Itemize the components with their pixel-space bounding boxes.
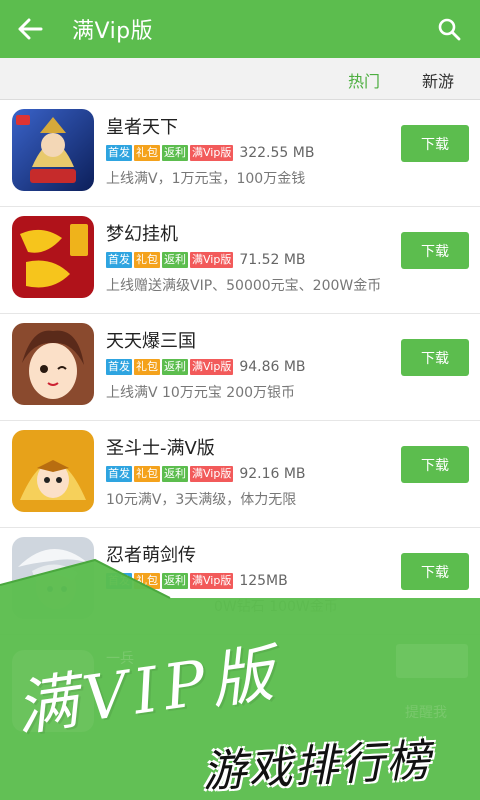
- tag-row: 首发 礼包 返利 满Vip版 71.52 MB: [106, 251, 306, 269]
- promo-title: 满VIP版: [10, 635, 284, 746]
- tag-rebate: 返利: [162, 573, 188, 589]
- search-icon: [438, 18, 461, 41]
- promo-subtitle: 游戏排行榜: [201, 735, 434, 798]
- tag-gift: 礼包: [134, 466, 160, 482]
- tag-gift: 礼包: [134, 145, 160, 161]
- app-size: 92.16 MB: [239, 466, 306, 482]
- download-button[interactable]: 下载: [401, 339, 469, 376]
- app-name: 忍者萌剑传: [106, 545, 196, 566]
- app-size: 94.86 MB: [239, 359, 306, 375]
- tag-first-release: 首发: [106, 573, 132, 589]
- app-icon-renzhe: [12, 537, 94, 619]
- download-button[interactable]: 下载: [401, 446, 469, 483]
- tag-rebate: 返利: [162, 145, 188, 161]
- tab-new[interactable]: 新游: [422, 68, 454, 92]
- app-name: 梦幻挂机: [106, 224, 178, 245]
- tag-vip: 满Vip版: [190, 145, 234, 161]
- tag-gift: 礼包: [134, 359, 160, 375]
- tag-row: 首发 礼包 返利 满Vip版 94.86 MB: [106, 358, 306, 376]
- app-icon-huangzhe: [12, 109, 94, 191]
- tag-vip: 满Vip版: [190, 359, 234, 375]
- download-button[interactable]: 下载: [401, 232, 469, 269]
- app-icon-menghuan: [12, 216, 94, 298]
- tag-rebate: 返利: [162, 466, 188, 482]
- search-button[interactable]: [428, 8, 470, 50]
- app-icon-tiantian: [12, 323, 94, 405]
- category-tabs: 热门 新游: [0, 58, 480, 100]
- app-size: 71.52 MB: [239, 252, 306, 268]
- tag-first-release: 首发: [106, 145, 132, 161]
- tag-first-release: 首发: [106, 252, 132, 268]
- app-name: 天天爆三国: [106, 331, 196, 352]
- app-description: 10元满V，3天满级，体力无限: [106, 492, 297, 508]
- tag-first-release: 首发: [106, 359, 132, 375]
- game-list-item[interactable]: 天天爆三国 首发 礼包 返利 满Vip版 94.86 MB 上线满V 10万元宝…: [0, 314, 480, 421]
- tag-row: 首发 礼包 返利 满Vip版 125MB: [106, 572, 288, 590]
- tag-vip: 满Vip版: [190, 252, 234, 268]
- game-list-item[interactable]: 梦幻挂机 首发 礼包 返利 满Vip版 71.52 MB 上线赠送满级VIP、5…: [0, 207, 480, 314]
- app-name: 皇者天下: [106, 117, 178, 138]
- tag-vip: 满Vip版: [190, 573, 234, 589]
- game-list-item[interactable]: 圣斗士-满V版 首发 礼包 返利 满Vip版 92.16 MB 10元满V，3天…: [0, 421, 480, 528]
- tag-first-release: 首发: [106, 466, 132, 482]
- tag-gift: 礼包: [134, 252, 160, 268]
- app-description: 上线满V，1万元宝，100万金钱: [106, 171, 306, 187]
- app-size: 322.55 MB: [239, 145, 315, 161]
- tag-gift: 礼包: [134, 573, 160, 589]
- tag-rebate: 返利: [162, 359, 188, 375]
- app-description: 上线满V 10万元宝 200万银币: [106, 385, 296, 401]
- game-list-item[interactable]: 忍者萌剑传 首发 礼包 返利 满Vip版 125MB 0W钻石 100W金币 下…: [0, 528, 480, 635]
- app-size: 125MB: [239, 573, 288, 589]
- download-button[interactable]: 下载: [401, 125, 469, 162]
- app-description: 上线赠送满级VIP、50000元宝、200W金币: [106, 278, 382, 294]
- tag-row: 首发 礼包 返利 满Vip版 322.55 MB: [106, 144, 314, 162]
- tab-hot[interactable]: 热门: [348, 68, 380, 92]
- page-title: 满Vip版: [72, 19, 154, 44]
- back-arrow-icon: [18, 18, 43, 40]
- app-name: 圣斗士-满V版: [106, 438, 215, 459]
- faded-remind-button: 提醒我: [405, 705, 447, 721]
- download-button[interactable]: 下载: [401, 553, 469, 590]
- tag-vip: 满Vip版: [190, 466, 234, 482]
- app-header: 满Vip版: [0, 0, 480, 58]
- app-description: 0W钻石 100W金币: [214, 599, 338, 615]
- game-list-item[interactable]: 皇者天下 首发 礼包 返利 满Vip版 322.55 MB 上线满V，1万元宝，…: [0, 100, 480, 207]
- app-icon-shengdoushi: [12, 430, 94, 512]
- tag-row: 首发 礼包 返利 满Vip版 92.16 MB: [106, 465, 306, 483]
- tag-rebate: 返利: [162, 252, 188, 268]
- back-button[interactable]: [0, 0, 60, 58]
